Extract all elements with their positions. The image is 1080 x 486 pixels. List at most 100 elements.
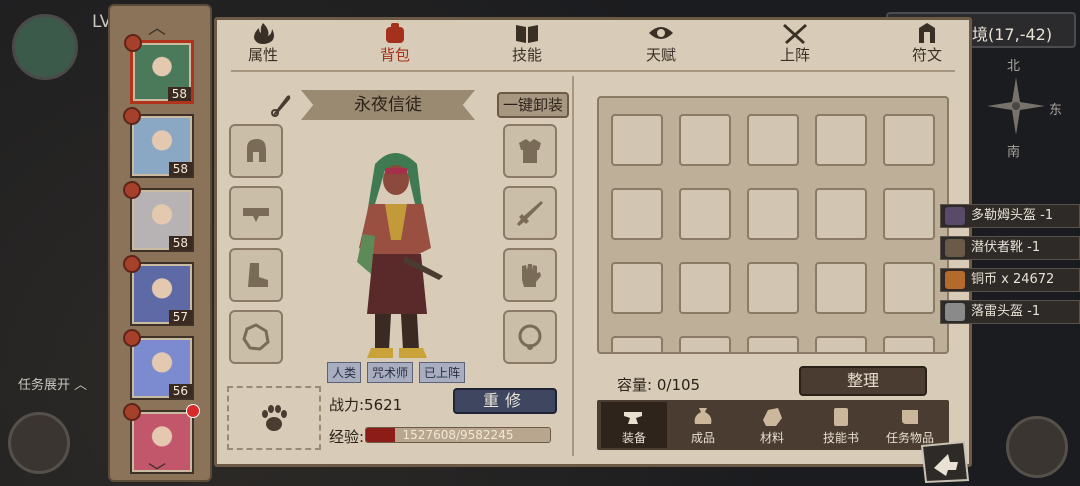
hero-card[interactable]: 58 bbox=[123, 181, 194, 252]
category-label: 技能书 bbox=[822, 431, 859, 445]
gloves-slot[interactable] bbox=[503, 248, 557, 302]
tab-label: 背包 bbox=[379, 46, 410, 64]
quest-scroll-icon bbox=[902, 410, 918, 424]
hero-card[interactable]: 58 bbox=[123, 107, 194, 178]
crossed-swords-icon bbox=[783, 24, 807, 44]
return-arrow-icon[interactable] bbox=[918, 440, 970, 484]
tab-4[interactable]: 天赋 bbox=[621, 22, 701, 66]
hero-level: 58 bbox=[167, 87, 191, 101]
tab-label: 上阵 bbox=[779, 46, 810, 64]
inventory-slot[interactable] bbox=[883, 188, 935, 240]
hero-tag: 人类 bbox=[327, 362, 362, 383]
scroll-down-icon[interactable]: ﹀ bbox=[148, 458, 166, 484]
category-label: 装备 bbox=[621, 431, 646, 445]
combat-power: 战力:5621 bbox=[329, 396, 403, 414]
panel-divider bbox=[572, 76, 574, 456]
category-tab[interactable]: 装备 bbox=[601, 402, 667, 448]
belt-slot[interactable] bbox=[229, 186, 283, 240]
necklace-icon bbox=[518, 324, 542, 350]
sort-button[interactable]: 整理 bbox=[799, 366, 927, 396]
scroll-up-icon[interactable]: ︿ bbox=[148, 14, 166, 40]
inventory-slot[interactable] bbox=[679, 336, 731, 352]
inventory-slot[interactable] bbox=[611, 114, 663, 166]
inventory-slot[interactable] bbox=[883, 262, 935, 314]
inventory-slot[interactable] bbox=[679, 114, 731, 166]
item-icon bbox=[945, 239, 965, 257]
category-tab[interactable]: 技能书 bbox=[808, 402, 874, 448]
inventory-slot[interactable] bbox=[883, 336, 935, 352]
unequip-all-button[interactable]: 一键卸装 bbox=[497, 92, 569, 118]
hero-tag: 咒术师 bbox=[367, 362, 414, 383]
category-label: 成品 bbox=[690, 431, 715, 445]
class-badge-icon bbox=[123, 107, 141, 125]
rename-quill-icon[interactable] bbox=[269, 92, 293, 118]
tab-3[interactable]: 技能 bbox=[487, 22, 567, 66]
tab-label: 属性 bbox=[247, 46, 278, 64]
exp-bar: 1527608/9582245 bbox=[365, 427, 551, 443]
category-tab[interactable]: 成品 bbox=[670, 402, 736, 448]
inventory-slot[interactable] bbox=[679, 188, 731, 240]
class-badge-icon bbox=[123, 329, 141, 347]
inventory-slot[interactable] bbox=[815, 114, 867, 166]
tab-1[interactable]: 属性 bbox=[223, 22, 303, 66]
capacity-readout: 容量: 0/105 bbox=[617, 374, 700, 395]
item-icon bbox=[945, 271, 965, 289]
boots-icon bbox=[248, 263, 268, 287]
inventory-slot[interactable] bbox=[611, 336, 663, 352]
inventory-slot[interactable] bbox=[747, 262, 799, 314]
inventory-slot[interactable] bbox=[611, 262, 663, 314]
class-badge-icon bbox=[123, 403, 141, 421]
tab-2[interactable]: 背包 bbox=[355, 22, 435, 66]
rebuild-button[interactable]: 重修 bbox=[453, 388, 557, 414]
weapon-slot[interactable] bbox=[503, 186, 557, 240]
ring-slot[interactable] bbox=[229, 310, 283, 364]
inventory-slot[interactable] bbox=[883, 114, 935, 166]
inventory-slot[interactable] bbox=[679, 262, 731, 314]
exp-label: 经验: bbox=[329, 428, 365, 446]
tab-6[interactable]: 符文 bbox=[887, 22, 967, 66]
compass-south: 南 bbox=[1007, 145, 1021, 160]
necklace-slot[interactable] bbox=[503, 310, 557, 364]
helmet-slot[interactable] bbox=[229, 124, 283, 178]
hero-level: 56 bbox=[168, 384, 192, 398]
flame-icon bbox=[254, 23, 274, 44]
hero-card[interactable]: 58 bbox=[124, 34, 194, 104]
tab-label: 技能 bbox=[511, 46, 542, 64]
hero-figure bbox=[357, 153, 443, 358]
pet-slot[interactable] bbox=[227, 386, 321, 450]
pet-shortcut-button[interactable] bbox=[8, 412, 70, 474]
category-tab[interactable]: 材料 bbox=[739, 402, 805, 448]
hero-card[interactable]: 56 bbox=[123, 329, 194, 400]
boots-slot[interactable] bbox=[229, 248, 283, 302]
category-label: 材料 bbox=[759, 431, 784, 445]
inventory-slot[interactable] bbox=[815, 262, 867, 314]
helmet-icon bbox=[247, 139, 266, 162]
class-badge-icon bbox=[124, 34, 142, 52]
tab-label: 天赋 bbox=[645, 46, 676, 64]
armor-slot[interactable] bbox=[503, 124, 557, 178]
backpack-icon bbox=[386, 23, 404, 43]
gauntlet-icon bbox=[522, 264, 541, 287]
task-expand-toggle[interactable]: 任务展开 ︿ bbox=[18, 374, 87, 393]
inventory-slot[interactable] bbox=[815, 188, 867, 240]
loot-toast-text: 潜伏者靴 -1 bbox=[971, 240, 1041, 255]
inventory-slot[interactable] bbox=[815, 336, 867, 352]
hero-card[interactable]: 57 bbox=[123, 255, 194, 326]
tab-bar: 属性 背包 技能 天赋 上阵 符文 bbox=[217, 20, 969, 68]
inventory-slot[interactable] bbox=[747, 336, 799, 352]
loot-toast-text: 落雷头盔 -1 bbox=[971, 304, 1041, 319]
armor-icon bbox=[519, 139, 541, 163]
loot-toast: 铜币 x 24672 bbox=[940, 268, 1080, 292]
home-shortcut-button[interactable] bbox=[1006, 416, 1068, 478]
tab-label: 符文 bbox=[911, 46, 942, 64]
compass-north: 北 bbox=[1007, 59, 1021, 74]
tab-5[interactable]: 上阵 bbox=[755, 22, 835, 66]
book-icon bbox=[516, 25, 538, 43]
loot-toast: 潜伏者靴 -1 bbox=[940, 236, 1080, 260]
inventory-slot[interactable] bbox=[747, 114, 799, 166]
player-avatar[interactable] bbox=[12, 14, 78, 80]
exp-value: 1527608/9582245 bbox=[402, 428, 514, 442]
inventory-slot[interactable] bbox=[747, 188, 799, 240]
loot-toast: 落雷头盔 -1 bbox=[940, 300, 1080, 324]
inventory-slot[interactable] bbox=[611, 188, 663, 240]
